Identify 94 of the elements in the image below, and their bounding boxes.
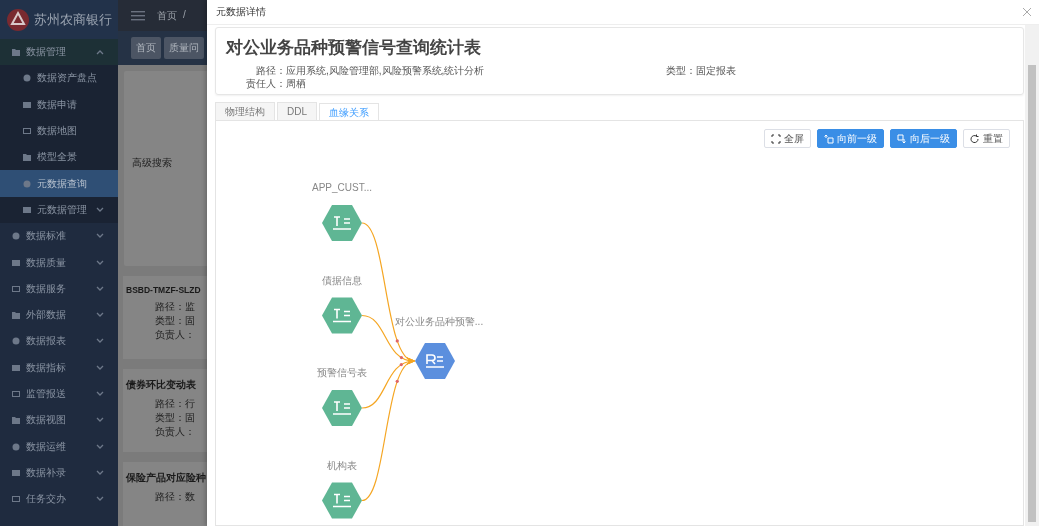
fullscreen-icon [771, 133, 781, 144]
window-icon [23, 127, 31, 136]
submenu-item[interactable]: 数据地图 [0, 117, 118, 145]
close-icon[interactable] [1023, 8, 1031, 16]
card-field: 路径：数 [155, 490, 195, 504]
menu-item[interactable]: 数据指标 [0, 354, 118, 381]
chevron-icon [96, 338, 104, 345]
grid-icon [23, 205, 31, 214]
breadcrumb-link[interactable]: 首页 [157, 8, 177, 23]
scrollbar[interactable] [1025, 25, 1039, 526]
menu-item[interactable]: 数据质量 [0, 249, 118, 276]
toolbar-button[interactable]: 向前一级 [817, 129, 884, 148]
bank-logo-text: 苏州农商银行 [34, 10, 112, 29]
folder-icon [12, 311, 20, 320]
chevron-icon [96, 469, 104, 476]
table-node[interactable] [322, 482, 362, 519]
refresh-icon [970, 133, 980, 144]
modal-title: 元数据详情 [216, 5, 266, 19]
chevron-icon [96, 49, 104, 56]
tab[interactable]: 物理结构 [215, 102, 275, 120]
path-text: 路径：应用系统,风险管理部,风险预警系统,统计分析 [256, 64, 486, 77]
chevron-icon [96, 443, 104, 450]
menu-item[interactable]: 数据补录 [0, 459, 118, 487]
submenu-item[interactable]: 数据资产盘点 [0, 65, 118, 92]
menu-item[interactable]: 数据运维 [0, 433, 118, 460]
chevron-icon [96, 312, 104, 319]
chevron-icon [96, 496, 104, 503]
grid-icon [12, 363, 20, 372]
menu-item[interactable]: 数据报表 [0, 328, 118, 355]
folder-icon [23, 153, 31, 162]
chevron-icon [96, 391, 104, 397]
circle-icon [12, 442, 20, 451]
submenu-item[interactable]: 模型全景 [0, 144, 118, 171]
card-title: 债券环比变动表 [126, 378, 196, 392]
menu-item[interactable]: 数据标准 [0, 223, 118, 250]
card-field: 类型：固 [155, 314, 195, 328]
chevron-icon [96, 259, 104, 266]
window-icon [12, 284, 20, 293]
card-field: 路径：行 [155, 397, 195, 411]
tab[interactable]: DDL [277, 102, 317, 120]
card-field: 负责人： [155, 425, 195, 439]
tab[interactable]: 血缘关系 [319, 103, 379, 121]
page-tag[interactable]: 质量问 [164, 37, 204, 59]
table-node[interactable] [322, 297, 362, 334]
upload-icon [824, 133, 834, 144]
node-label: 对公业务品种预警... [394, 316, 484, 327]
circle-icon [12, 232, 20, 241]
folder-icon [12, 48, 20, 57]
breadcrumb-separator: / [183, 8, 186, 22]
toolbar-button[interactable]: 重置 [963, 129, 1010, 148]
window-icon [12, 495, 20, 504]
table-title: 对公业务品种预警信号查询统计表 [226, 37, 482, 59]
circle-icon [23, 74, 31, 83]
card-field: 类型：固 [155, 411, 195, 425]
menu-item[interactable]: 数据服务 [0, 275, 118, 302]
chevron-icon [96, 206, 104, 213]
folder-icon [12, 416, 20, 425]
node-label: 预警信号表 [317, 367, 367, 378]
circle-icon [23, 179, 31, 188]
menu-icon[interactable] [131, 10, 145, 21]
node-label: 机构表 [327, 459, 357, 471]
grid-icon [12, 468, 20, 477]
logo-icon [6, 7, 30, 32]
grid-icon [23, 100, 31, 109]
card-field: 路径：监 [155, 300, 195, 314]
card-title: 保险产品对应险种 [126, 471, 206, 485]
chevron-icon [96, 285, 104, 292]
card-title: BSBD-TMZF-SLZD [126, 285, 201, 295]
card-field: 负责人： [155, 328, 195, 342]
circle-icon [12, 337, 20, 346]
menu-item[interactable]: 外部数据 [0, 301, 118, 329]
node-label: 債据信息 [322, 274, 362, 286]
submenu-item[interactable]: 元数据查询 [0, 170, 118, 197]
table-node[interactable] [415, 343, 455, 379]
menu-item[interactable]: 数据视图 [0, 407, 118, 434]
panel-title: 高级搜索 [132, 157, 172, 168]
window-icon [12, 390, 20, 398]
chevron-icon [96, 364, 104, 371]
chevron-icon [96, 233, 104, 240]
toolbar-button[interactable]: 向后一级 [890, 129, 957, 148]
submenu-item[interactable]: 元数据管理 [0, 196, 118, 224]
menu-item[interactable]: 数据管理 [0, 39, 118, 66]
grid-icon [12, 258, 20, 267]
chevron-icon [96, 417, 104, 424]
owner-text: 责任人：周栖 [246, 77, 306, 90]
menu-item[interactable]: 监管报送 [0, 380, 118, 408]
node-label: APP_CUST... [312, 182, 372, 193]
table-node[interactable] [322, 205, 362, 241]
menu-item[interactable]: 任务交办 [0, 486, 118, 513]
toolbar-button[interactable]: 全屏 [764, 129, 811, 148]
type-text: 类型：固定报表 [666, 64, 736, 77]
submenu-item[interactable]: 数据申请 [0, 91, 118, 118]
page-tag[interactable]: 首页 [131, 37, 161, 59]
table-node[interactable] [322, 390, 362, 426]
